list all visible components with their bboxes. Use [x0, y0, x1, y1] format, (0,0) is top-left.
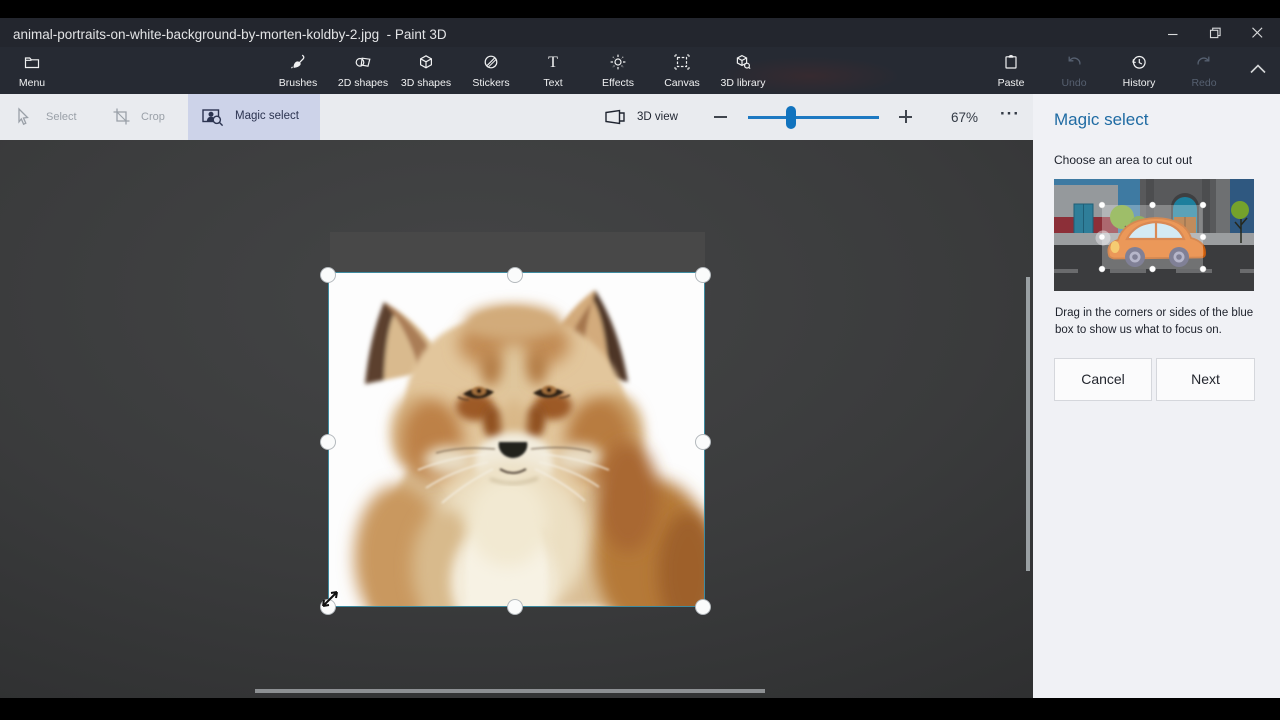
svg-text:T: T — [548, 54, 558, 71]
